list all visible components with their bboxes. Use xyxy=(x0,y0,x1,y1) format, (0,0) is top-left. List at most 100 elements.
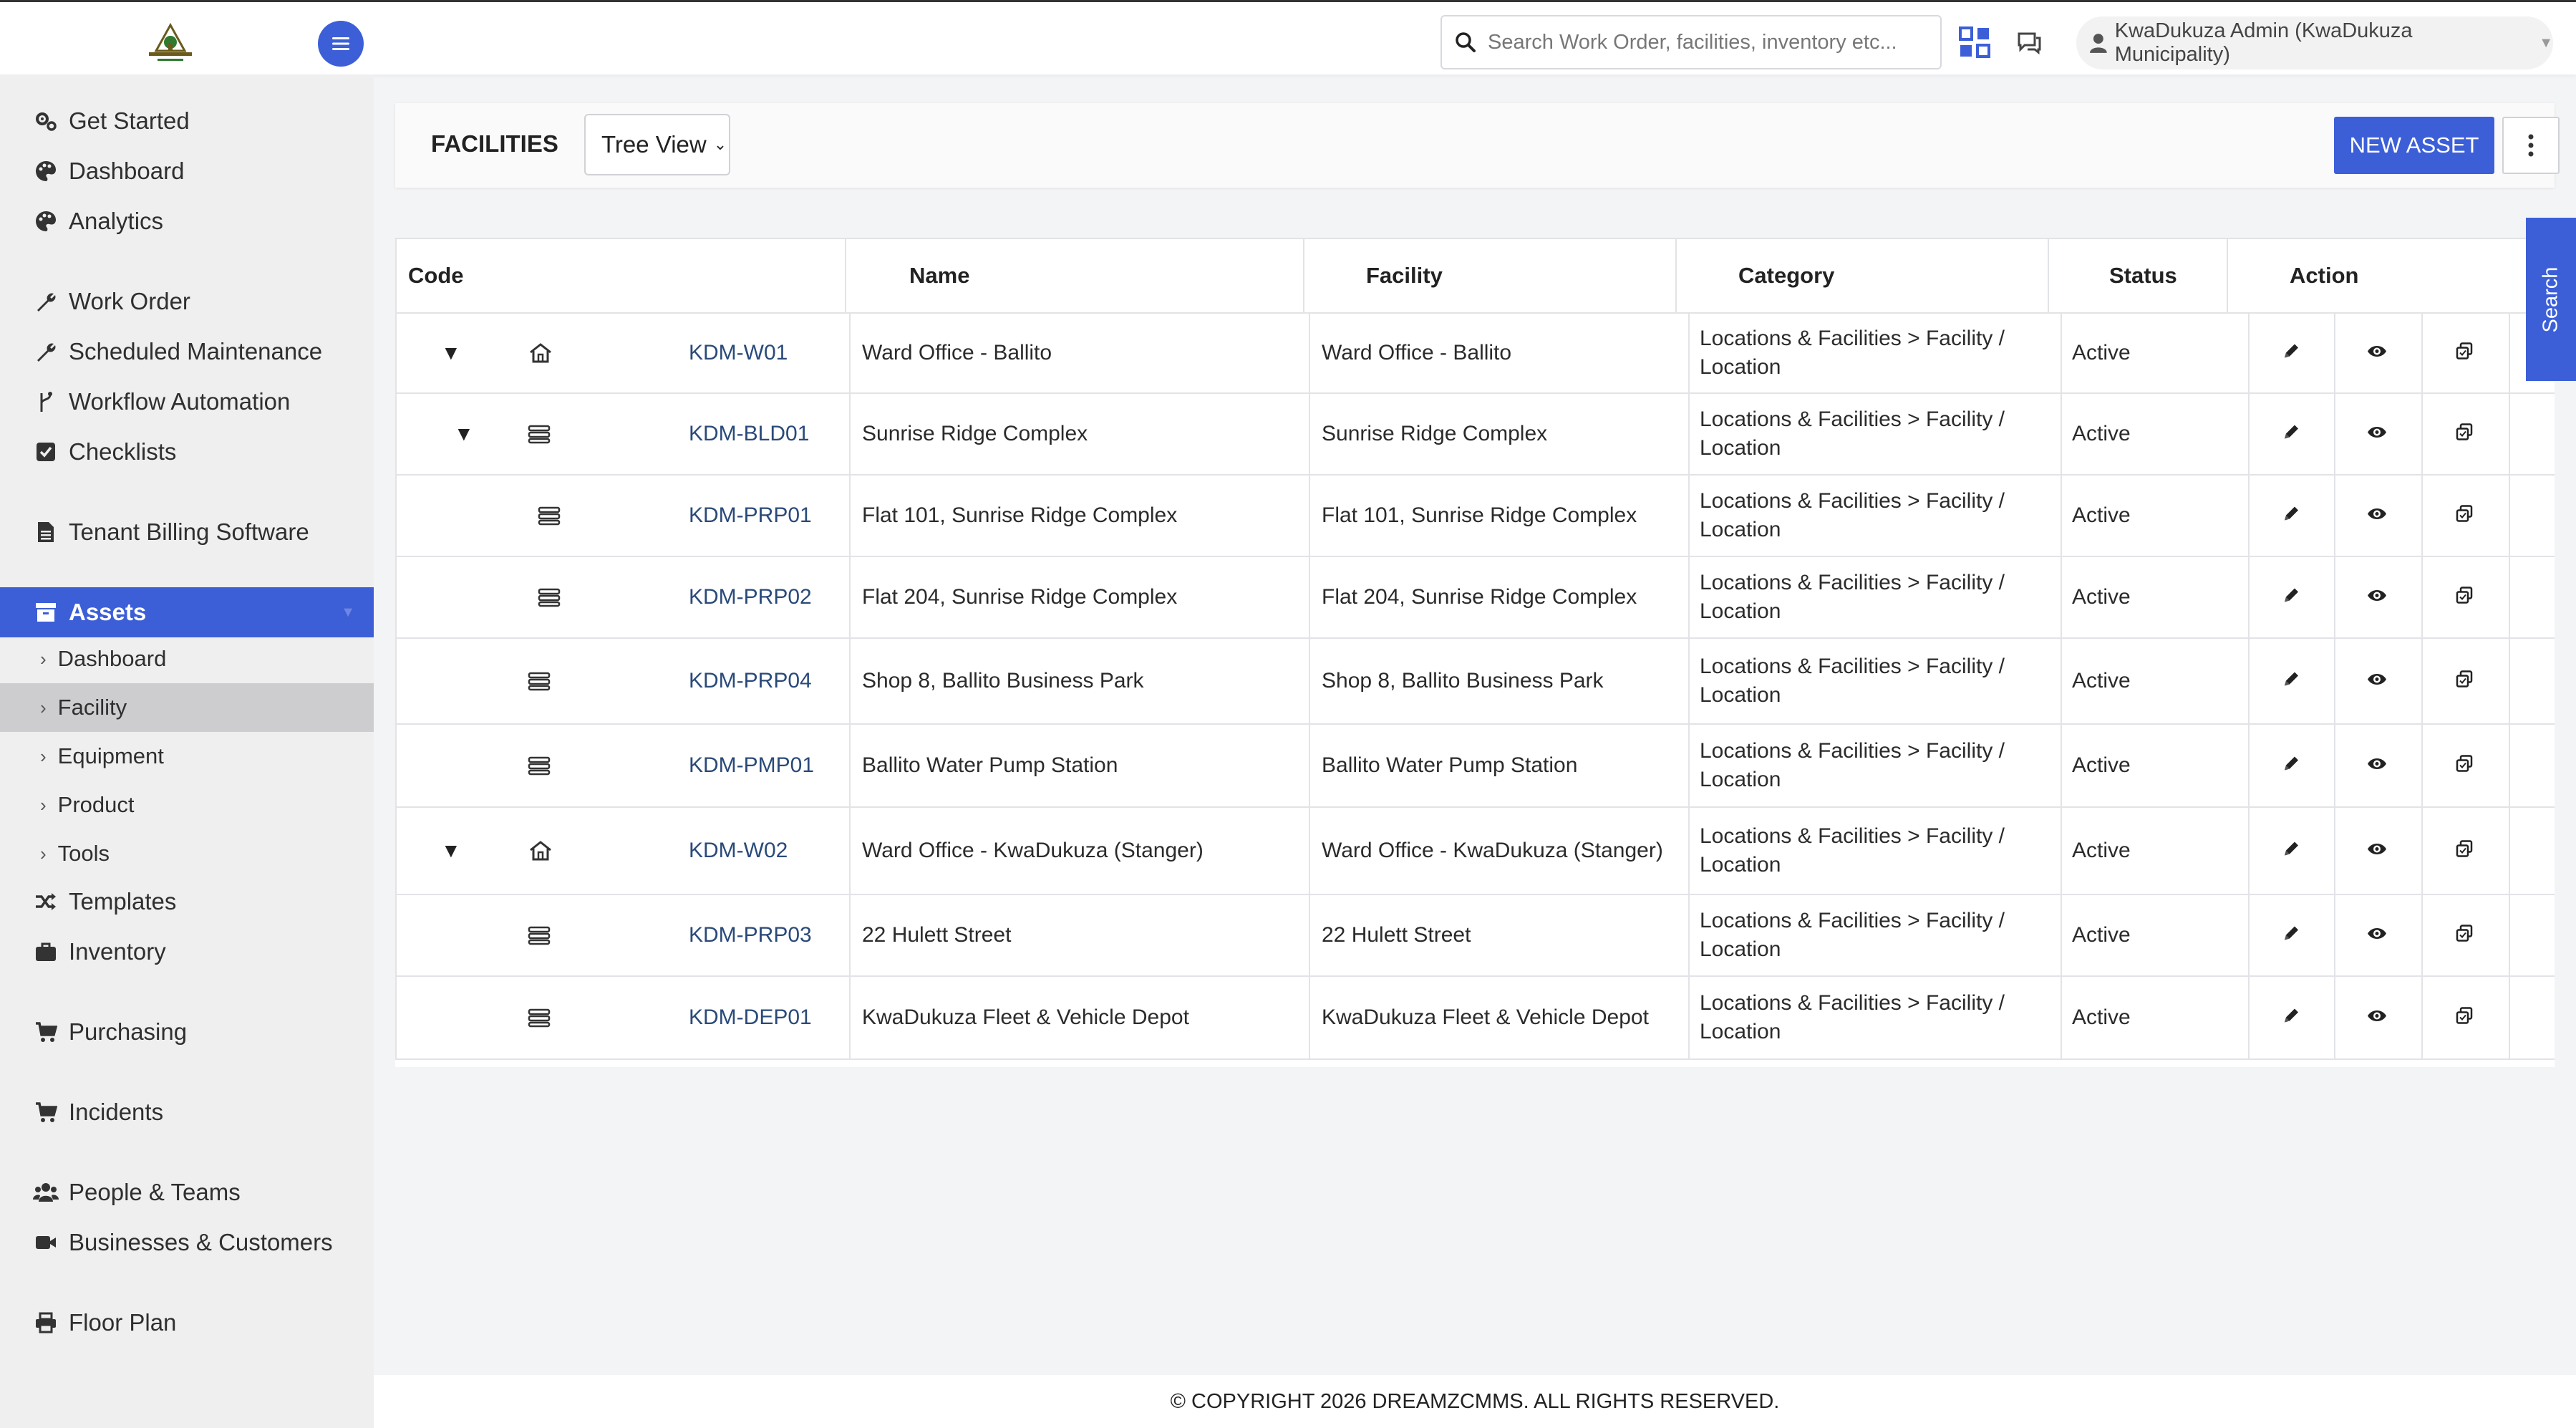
sidebar-item-assets[interactable]: Assets ▼ xyxy=(0,587,374,637)
sidebar-item-label: Templates xyxy=(69,888,177,915)
new-asset-button[interactable]: NEW ASSET xyxy=(2334,117,2494,174)
edit-icon[interactable] xyxy=(2282,840,2300,862)
building-icon xyxy=(537,557,561,637)
view-icon[interactable] xyxy=(2366,841,2388,861)
more-options-button[interactable] xyxy=(2502,117,2560,174)
table-row[interactable]: KDM-PRP01 Flat 101, Sunrise Ridge Complex… xyxy=(395,476,2555,557)
edit-icon[interactable] xyxy=(2282,587,2300,609)
sidebar-item-businesses-customers[interactable]: Businesses & Customers xyxy=(0,1217,374,1268)
asset-name: Ward Office - Ballito xyxy=(862,341,1052,365)
user-icon xyxy=(2089,34,2107,53)
sidebar-item-get-started[interactable]: Get Started xyxy=(0,96,374,146)
duplicate-icon[interactable] xyxy=(2454,1006,2474,1030)
column-header-code[interactable]: Code xyxy=(408,239,464,312)
sidebar-item-people-teams[interactable]: People & Teams xyxy=(0,1167,374,1217)
column-header-facility[interactable]: Facility xyxy=(1366,239,1443,312)
edit-icon[interactable] xyxy=(2282,342,2300,365)
asset-code-link[interactable]: KDM-DEP01 xyxy=(689,977,812,1058)
search-side-tab[interactable]: Search xyxy=(2526,218,2576,381)
status-badge: Active xyxy=(2072,669,2131,693)
global-search-field[interactable] xyxy=(1440,15,1942,69)
menu-toggle-button[interactable] xyxy=(318,21,364,67)
sidebar-item-label: Businesses & Customers xyxy=(69,1229,333,1255)
sidebar-item-checklists[interactable]: Checklists xyxy=(0,427,374,477)
edit-icon[interactable] xyxy=(2282,925,2300,947)
asset-code-link[interactable]: KDM-BLD01 xyxy=(689,394,809,474)
sidebar-item-work-order[interactable]: Work Order xyxy=(0,276,374,327)
search-tab-label: Search xyxy=(2539,266,2562,332)
status-badge: Active xyxy=(2072,341,2131,365)
table-row[interactable]: KDM-PRP03 22 Hulett Street 22 Hulett Stree… xyxy=(395,895,2555,977)
duplicate-icon[interactable] xyxy=(2454,423,2474,446)
sidebar-item-inventory[interactable]: Inventory xyxy=(0,927,374,977)
duplicate-icon[interactable] xyxy=(2454,754,2474,778)
asset-code-link[interactable]: KDM-PMP01 xyxy=(689,725,814,806)
building-icon xyxy=(527,725,551,806)
asset-code-link[interactable]: KDM-PRP03 xyxy=(689,895,812,975)
expand-toggle-icon[interactable]: ▼ xyxy=(454,394,474,474)
view-icon[interactable] xyxy=(2366,588,2388,607)
duplicate-icon[interactable] xyxy=(2454,839,2474,863)
sidebar-subitem-tools[interactable]: › Tools xyxy=(0,829,374,878)
asset-code-link[interactable]: KDM-W01 xyxy=(689,314,788,392)
view-icon[interactable] xyxy=(2366,1008,2388,1028)
scan-icon[interactable] xyxy=(1956,24,1993,64)
asset-code-link[interactable]: KDM-W02 xyxy=(689,808,788,894)
sidebar-item-templates[interactable]: Templates xyxy=(0,877,374,927)
sidebar-item-purchasing[interactable]: Purchasing xyxy=(0,1007,374,1057)
view-icon[interactable] xyxy=(2366,672,2388,691)
sidebar-item-incidents[interactable]: Incidents xyxy=(0,1087,374,1137)
column-header-status[interactable]: Status xyxy=(2109,239,2177,312)
view-icon[interactable] xyxy=(2366,506,2388,526)
gears-icon xyxy=(32,107,60,135)
sidebar-item-tenant-billing[interactable]: Tenant Billing Software xyxy=(0,507,374,557)
document-icon xyxy=(32,518,60,546)
edit-icon[interactable] xyxy=(2282,505,2300,527)
home-icon xyxy=(528,314,553,392)
edit-icon[interactable] xyxy=(2282,1007,2300,1029)
table-row[interactable]: ▼ KDM-BLD01 Sunrise Ridge Complex Sunrise R… xyxy=(395,394,2555,476)
view-mode-select[interactable]: Tree View ⌄ xyxy=(584,114,730,175)
sidebar-item-workflow-automation[interactable]: Workflow Automation xyxy=(0,377,374,427)
expand-toggle-icon[interactable]: ▼ xyxy=(441,808,461,894)
duplicate-icon[interactable] xyxy=(2454,586,2474,609)
view-icon[interactable] xyxy=(2366,756,2388,776)
edit-icon[interactable] xyxy=(2282,670,2300,693)
sidebar-subitem-equipment[interactable]: › Equipment xyxy=(0,732,374,781)
table-row[interactable]: KDM-PMP01 Ballito Water Pump Station Balli… xyxy=(395,725,2555,808)
column-header-name[interactable]: Name xyxy=(909,239,969,312)
duplicate-icon[interactable] xyxy=(2454,504,2474,528)
table-row[interactable]: ▼ KDM-W01 Ward Office - Ballito Ward Office… xyxy=(395,314,2555,394)
chat-icon[interactable] xyxy=(2015,28,2043,60)
column-header-category[interactable]: Category xyxy=(1738,239,1834,312)
table-row[interactable]: KDM-DEP01 KwaDukuza Fleet & Vehicle Depot… xyxy=(395,977,2555,1060)
sidebar-item-floor-plan[interactable]: Floor Plan xyxy=(0,1298,374,1348)
table-row[interactable]: KDM-PRP02 Flat 204, Sunrise Ridge Complex… xyxy=(395,557,2555,639)
global-search-input[interactable] xyxy=(1486,29,1933,55)
edit-icon[interactable] xyxy=(2282,755,2300,777)
duplicate-icon[interactable] xyxy=(2454,670,2474,693)
asset-code-link[interactable]: KDM-PRP01 xyxy=(689,476,812,556)
user-menu[interactable]: KwaDukuza Admin (KwaDukuza Municipality)… xyxy=(2076,16,2553,69)
sidebar-item-scheduled-maintenance[interactable]: Scheduled Maintenance xyxy=(0,327,374,377)
table-row[interactable]: KDM-PRP04 Shop 8, Ballito Business Park Sh… xyxy=(395,639,2555,725)
status-badge: Active xyxy=(2072,923,2131,947)
sidebar-item-analytics[interactable]: Analytics xyxy=(0,196,374,246)
asset-code-link[interactable]: KDM-PRP02 xyxy=(689,557,812,637)
duplicate-icon[interactable] xyxy=(2454,342,2474,365)
sidebar-item-dashboard[interactable]: Dashboard xyxy=(0,146,374,196)
duplicate-icon[interactable] xyxy=(2454,924,2474,947)
sidebar-subitem-assets-dashboard[interactable]: › Dashboard xyxy=(0,635,374,683)
sidebar-subitem-facility[interactable]: › Facility xyxy=(0,683,374,732)
expand-toggle-icon[interactable]: ▼ xyxy=(441,314,461,392)
municipality-logo-icon[interactable] xyxy=(143,22,198,67)
edit-icon[interactable] xyxy=(2282,423,2300,445)
view-icon[interactable] xyxy=(2366,425,2388,444)
asset-facility: 22 Hulett Street xyxy=(1322,923,1471,947)
asset-code-link[interactable]: KDM-PRP04 xyxy=(689,639,812,723)
sidebar-subitem-product[interactable]: › Product xyxy=(0,781,374,829)
view-icon[interactable] xyxy=(2366,344,2388,363)
view-icon[interactable] xyxy=(2366,926,2388,945)
table-row[interactable]: ▼ KDM-W02 Ward Office - KwaDukuza (Stanger… xyxy=(395,808,2555,895)
asset-category: Locations & Facilities > Facility / Loca… xyxy=(1700,489,2005,541)
